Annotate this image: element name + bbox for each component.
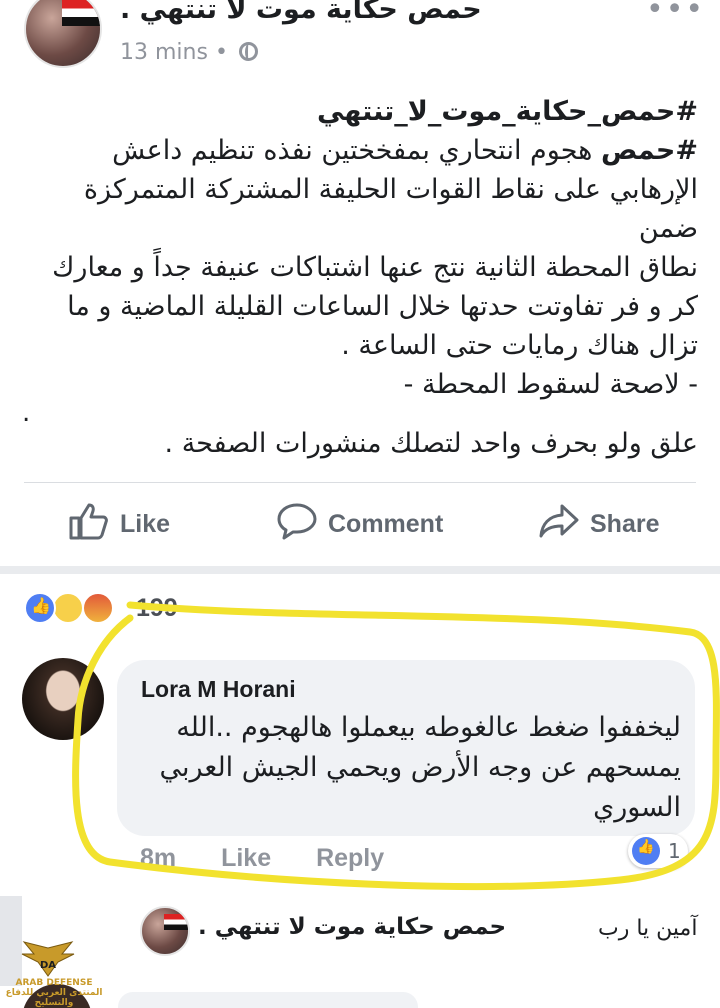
reply-text: آمين يا رب — [598, 916, 698, 941]
sad-reaction-icon — [52, 592, 84, 624]
watermark-text: ARAB DEFENSE المنتدى العربي للدفاع والتس… — [4, 978, 104, 1008]
share-button[interactable]: Share — [538, 502, 659, 540]
post-time-text: 13 mins — [120, 40, 208, 65]
time-separator: • — [214, 40, 228, 65]
stray-dot: . — [22, 398, 31, 428]
commenter-avatar[interactable] — [22, 658, 104, 740]
post-hashtag[interactable]: #حمص — [601, 135, 698, 166]
like-button[interactable]: Like — [68, 502, 170, 540]
comment-time[interactable]: 8m — [140, 844, 176, 872]
comment-bubble: Lora M Horani ليخففوا ضغط عالغوطه بيعملو… — [117, 660, 695, 836]
globe-icon — [238, 42, 258, 61]
comment-meta: 8m Like Reply — [140, 844, 422, 873]
post-hashtag-title[interactable]: #حمص_حكاية_موت_لا_تنتهي — [18, 92, 698, 131]
post-action-bar: Like Comment Share — [0, 496, 720, 556]
eagle-emblem-icon: DA — [21, 941, 75, 977]
page-name[interactable]: حمص حكاية موت لا تنتهي . — [120, 0, 482, 25]
post-line-1: #حمص هجوم انتحاري بمفخختين نفذه تنظيم دا… — [18, 131, 698, 170]
comment-reply-link[interactable]: Reply — [316, 844, 384, 872]
like-badge-icon — [632, 837, 660, 865]
post-line-6: - لاصحة لسقوط المحطة - — [403, 369, 698, 400]
angry-reaction-icon — [82, 592, 114, 624]
comment-like-count: 1 — [668, 839, 681, 863]
syrian-flag-icon — [62, 0, 100, 26]
watermark-line-2: المنتدى العربي للدفاع والتسليح — [5, 988, 103, 1008]
arab-defense-watermark: DA ARAB DEFENSE المنتدى العربي للدفاع وا… — [4, 940, 104, 1008]
post-header: حمص حكاية موت لا تنتهي . 13 mins • ••• — [0, 0, 720, 84]
page-avatar[interactable] — [24, 0, 102, 68]
like-label: Like — [120, 510, 171, 538]
reply-avatar[interactable] — [140, 906, 190, 956]
comment-bubble-icon — [277, 503, 317, 540]
more-options-icon[interactable]: ••• — [646, 0, 705, 27]
syrian-flag-icon — [164, 914, 188, 930]
comment-like-link[interactable]: Like — [221, 844, 271, 872]
comment-text: ليخففوا ضغط عالغوطه بيعملوا هالهجوم ..ال… — [159, 712, 682, 823]
watermark-letters: DA — [40, 960, 56, 971]
post-line-4: كر و فر تفاوتت حدتها خلال الساعات القليل… — [67, 291, 698, 322]
post-body: #حمص_حكاية_موت_لا_تنتهي #حمص هجوم انتحار… — [18, 92, 698, 404]
post-line-2: الإرهابي على نقاط القوات الحليفة المشترك… — [83, 174, 698, 244]
divider — [24, 482, 696, 483]
next-comment-bubble — [118, 992, 418, 1008]
post-timestamp[interactable]: 13 mins • — [120, 40, 258, 65]
comment-label: Comment — [328, 510, 444, 538]
post-line-1-text: هجوم انتحاري بمفخختين نفذه تنظيم داعش — [112, 135, 593, 166]
like-reaction-icon — [24, 592, 56, 624]
watermark-line-1: ARAB DEFENSE — [15, 978, 93, 988]
share-label: Share — [590, 510, 660, 538]
reply-author[interactable]: حمص حكاية موت لا تنتهي . — [198, 914, 506, 940]
comment-author[interactable]: Lora M Horani — [141, 676, 296, 703]
reaction-count[interactable]: 199 — [136, 594, 178, 623]
post-line-5: تزال هناك رمايات حتى الساعة . — [341, 330, 698, 361]
post-line-3: نطاق المحطة الثانية نتج عنها اشتباكات عن… — [52, 252, 698, 283]
share-arrow-icon — [539, 504, 579, 538]
post-footer-line: علق ولو بحرف واحد لتصلك منشورات الصفحة . — [164, 428, 698, 459]
reply-row: حمص حكاية موت لا تنتهي . آمين يا رب — [0, 900, 720, 960]
comment-like-badge[interactable]: 1 — [628, 834, 688, 868]
thumbs-up-icon — [69, 503, 108, 540]
section-separator — [0, 566, 720, 574]
comment-button[interactable]: Comment — [276, 502, 443, 540]
